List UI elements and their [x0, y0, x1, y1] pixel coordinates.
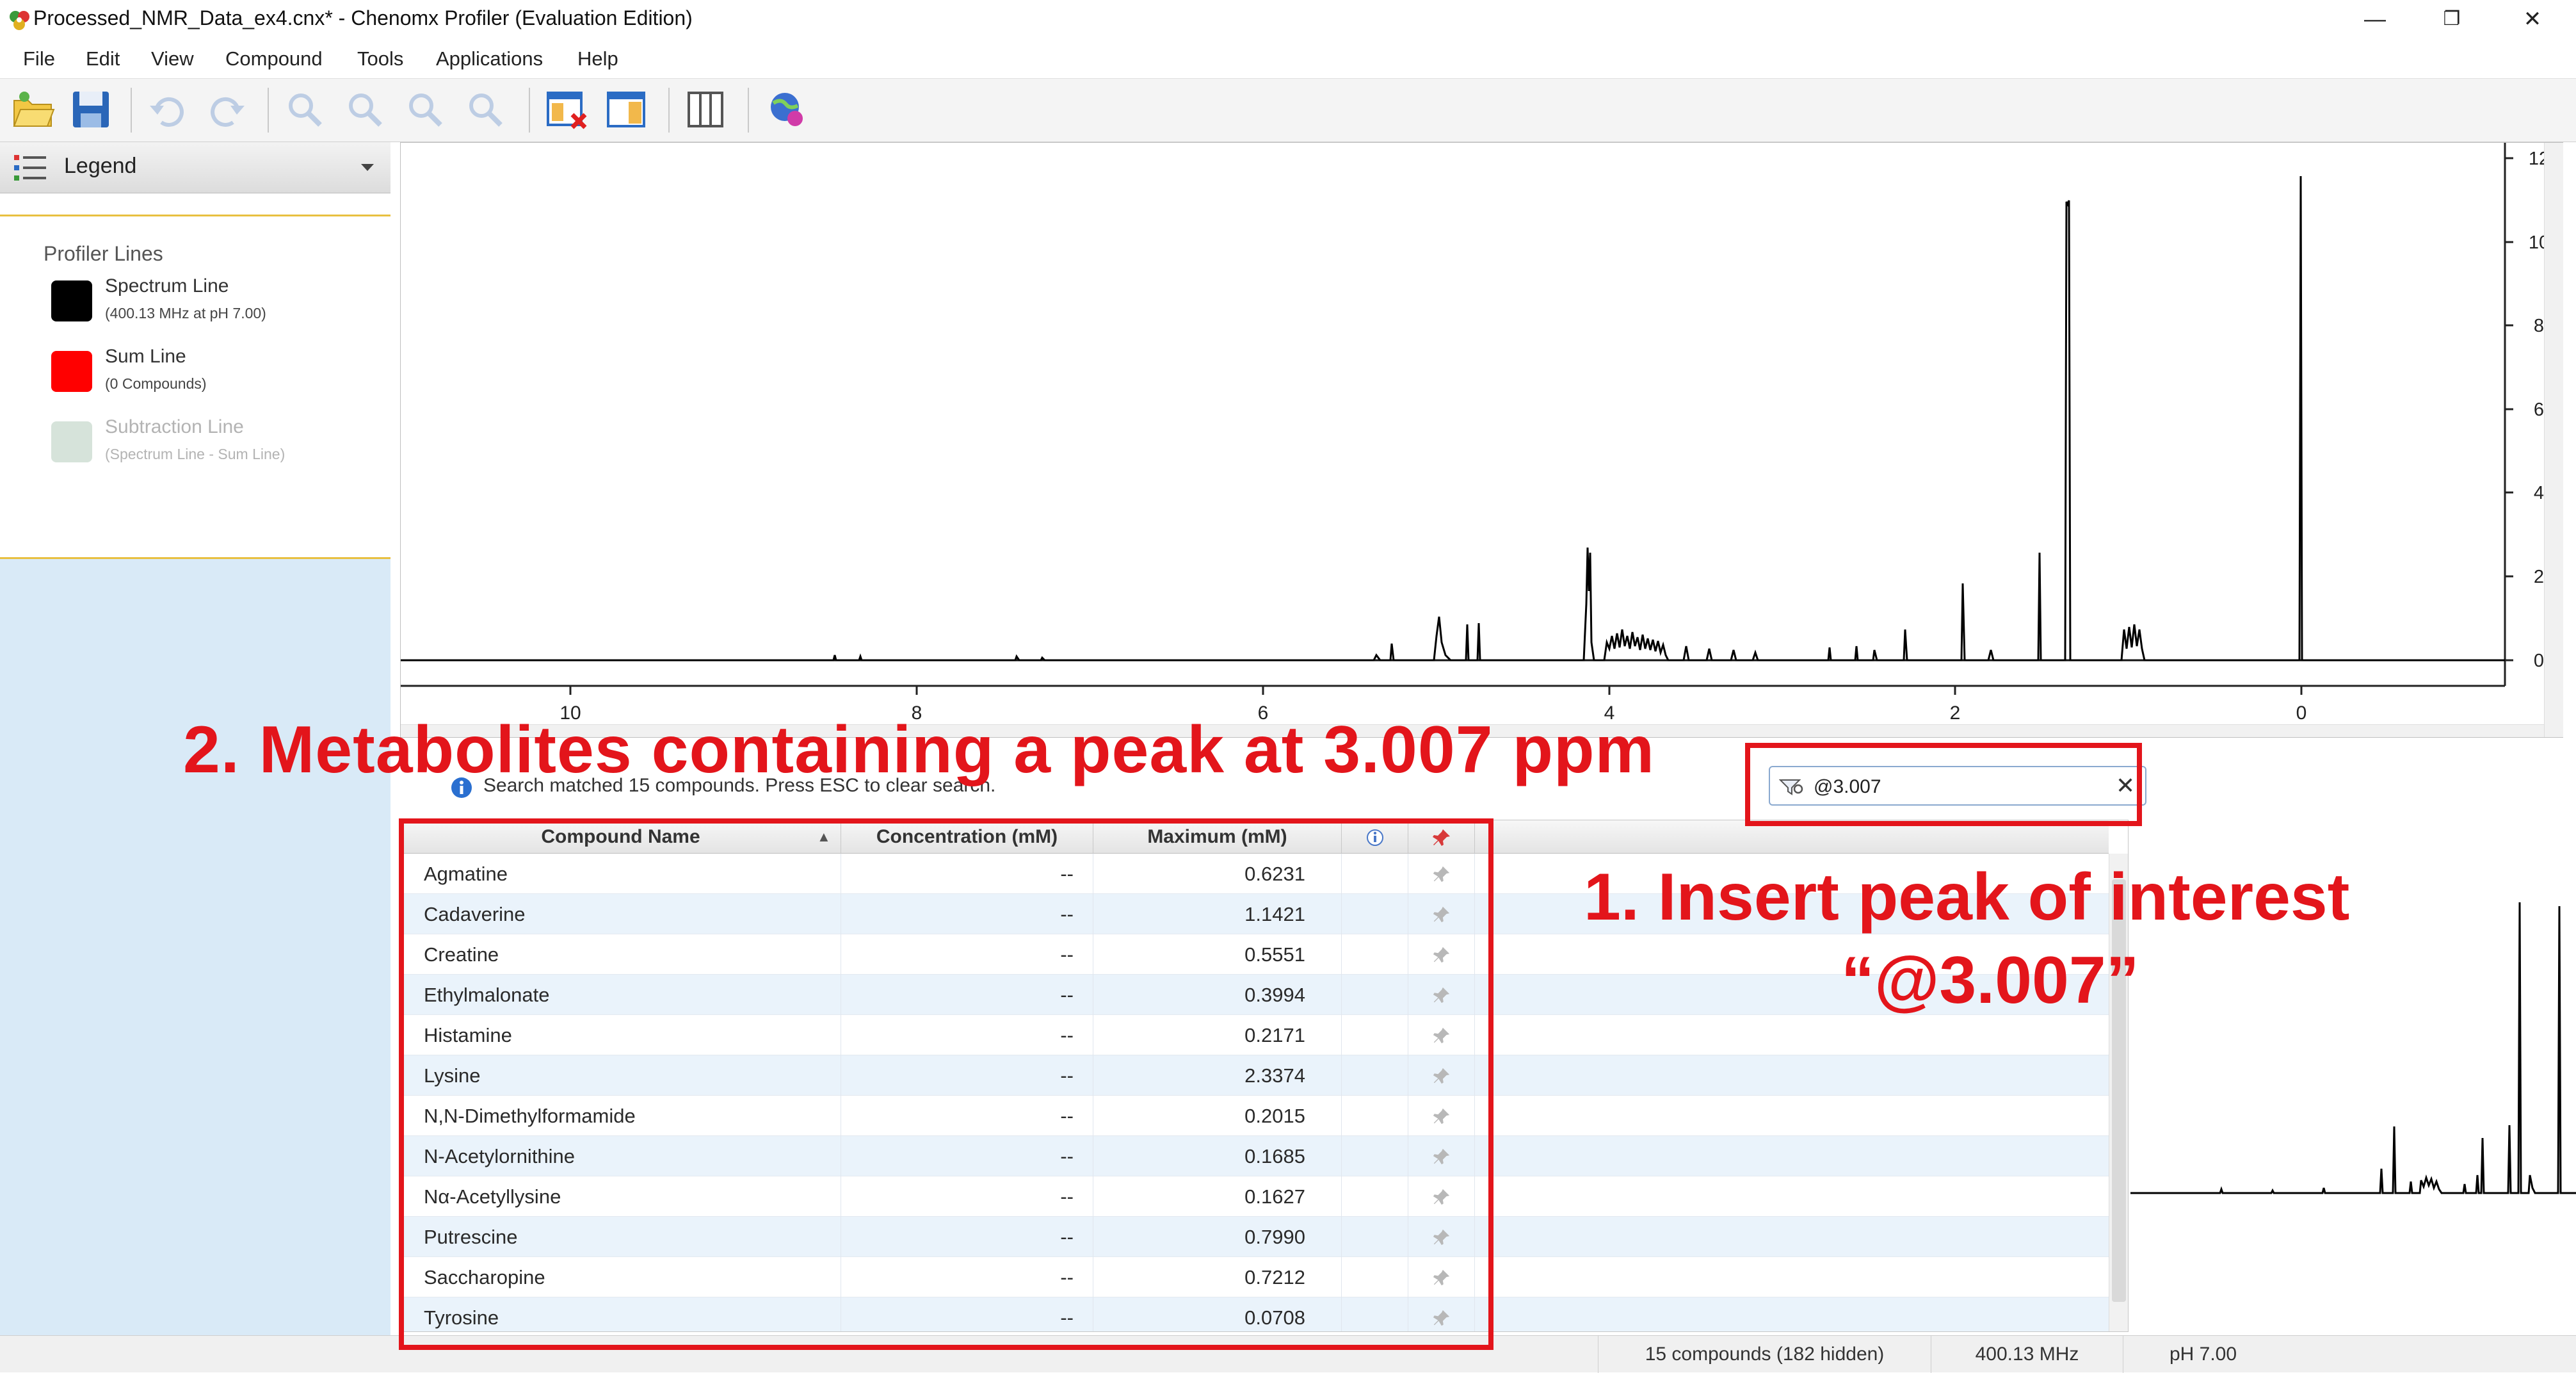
menu-view[interactable]: View	[151, 47, 194, 70]
menu-file[interactable]: File	[23, 47, 55, 70]
status-ph: pH 7.00	[2123, 1336, 2283, 1373]
search-highlight-box	[1745, 743, 2142, 826]
toolbar-separator	[748, 88, 749, 133]
annotation-step-1-line-2: “@3.007”	[1841, 943, 2139, 1018]
save-icon[interactable]	[68, 86, 114, 133]
sum-line-swatch[interactable]	[51, 351, 92, 392]
close-button[interactable]: ✕	[2507, 4, 2558, 35]
x-tick-label: 0	[2296, 703, 2307, 724]
legend-body: Profiler Lines Spectrum Line (400.13 MHz…	[0, 216, 390, 559]
restore-button[interactable]: ❐	[2426, 4, 2477, 35]
y-tick-label: 4	[2534, 483, 2544, 503]
y-tick-label: 0	[2534, 651, 2544, 671]
chevron-down-icon	[361, 164, 374, 171]
zoom-out-icon[interactable]	[342, 86, 388, 133]
legend-header-label: Legend	[64, 154, 137, 178]
legend-dropdown[interactable]: Legend	[0, 142, 390, 193]
toolbar-separator	[131, 88, 132, 133]
menu-applications[interactable]: Applications	[436, 47, 543, 70]
minimize-button[interactable]: —	[2349, 4, 2401, 35]
menu-bar: File Edit View Compound Tools Applicatio…	[0, 42, 2576, 78]
menu-edit[interactable]: Edit	[86, 47, 120, 70]
spectrum-line-swatch[interactable]	[51, 280, 92, 321]
split-view-icon[interactable]	[682, 86, 729, 133]
x-axis-ticks	[569, 686, 2303, 695]
window-title: Processed_NMR_Data_ex4.cnx* - Chenomx Pr…	[33, 6, 693, 29]
sum-line-sub: (0 Compounds)	[105, 375, 207, 392]
y-axis-ticks	[2505, 157, 2513, 662]
toolbar-separator	[668, 88, 670, 133]
sum-line-label: Sum Line	[105, 346, 186, 367]
subtraction-line-swatch[interactable]	[51, 421, 92, 462]
y-tick-label: 2	[2534, 567, 2544, 587]
open-folder-icon[interactable]	[10, 86, 56, 133]
title-bar: Processed_NMR_Data_ex4.cnx* - Chenomx Pr…	[0, 0, 2576, 40]
status-compound-count: 15 compounds (182 hidden)	[1598, 1336, 1931, 1373]
legend-list-icon	[14, 155, 46, 181]
redo-icon[interactable]	[204, 86, 250, 133]
y-tick-label: 6	[2534, 400, 2544, 420]
mini-spectrum-preview[interactable]	[2130, 874, 2576, 1335]
table-highlight-box	[399, 818, 1493, 1350]
spectrum-line-sub: (400.13 MHz at pH 7.00)	[105, 305, 266, 321]
subtraction-line-sub: (Spectrum Line - Sum Line)	[105, 446, 286, 462]
spectrum-canvas[interactable]: 10 8 6 4 2 0 12 10 8 6 4 2 0	[401, 143, 2563, 737]
legend-divider	[0, 193, 390, 216]
status-frequency: 400.13 MHz	[1931, 1336, 2123, 1373]
zoom-fit-icon[interactable]	[402, 86, 448, 133]
toolbar-separator	[268, 88, 269, 133]
zoom-reset-icon[interactable]	[462, 86, 508, 133]
globe-icon[interactable]	[763, 86, 809, 133]
spectrum-plot[interactable]: 10 8 6 4 2 0 12 10 8 6 4 2 0	[400, 142, 2563, 738]
spectrum-line	[401, 175, 2505, 662]
panel-layout-icon[interactable]	[603, 86, 649, 133]
subtraction-line-label: Subtraction Line	[105, 416, 244, 437]
remove-compound-icon[interactable]	[544, 86, 590, 133]
menu-help[interactable]: Help	[577, 47, 618, 70]
menu-tools[interactable]: Tools	[357, 47, 403, 70]
toolbar	[0, 78, 2576, 142]
zoom-in-icon[interactable]	[282, 86, 328, 133]
profiler-lines-title: Profiler Lines	[44, 242, 163, 265]
mini-spectrum-canvas	[2130, 902, 2576, 1194]
menu-compound[interactable]: Compound	[225, 47, 323, 70]
x-tick-label: 2	[1950, 703, 1961, 724]
y-tick-label: 8	[2534, 316, 2544, 336]
mini-spectrum-line	[2130, 902, 2576, 1194]
undo-icon[interactable]	[145, 86, 191, 133]
spectrum-vertical-scrollbar[interactable]	[2544, 143, 2563, 737]
chenomx-app-icon	[10, 11, 29, 30]
spectrum-line-label: Spectrum Line	[105, 275, 229, 297]
annotation-step-2: 2. Metabolites containing a peak at 3.00…	[183, 713, 1655, 787]
toolbar-separator	[529, 88, 530, 133]
annotation-step-1-line-1: 1. Insert peak of interest	[1584, 860, 2350, 934]
